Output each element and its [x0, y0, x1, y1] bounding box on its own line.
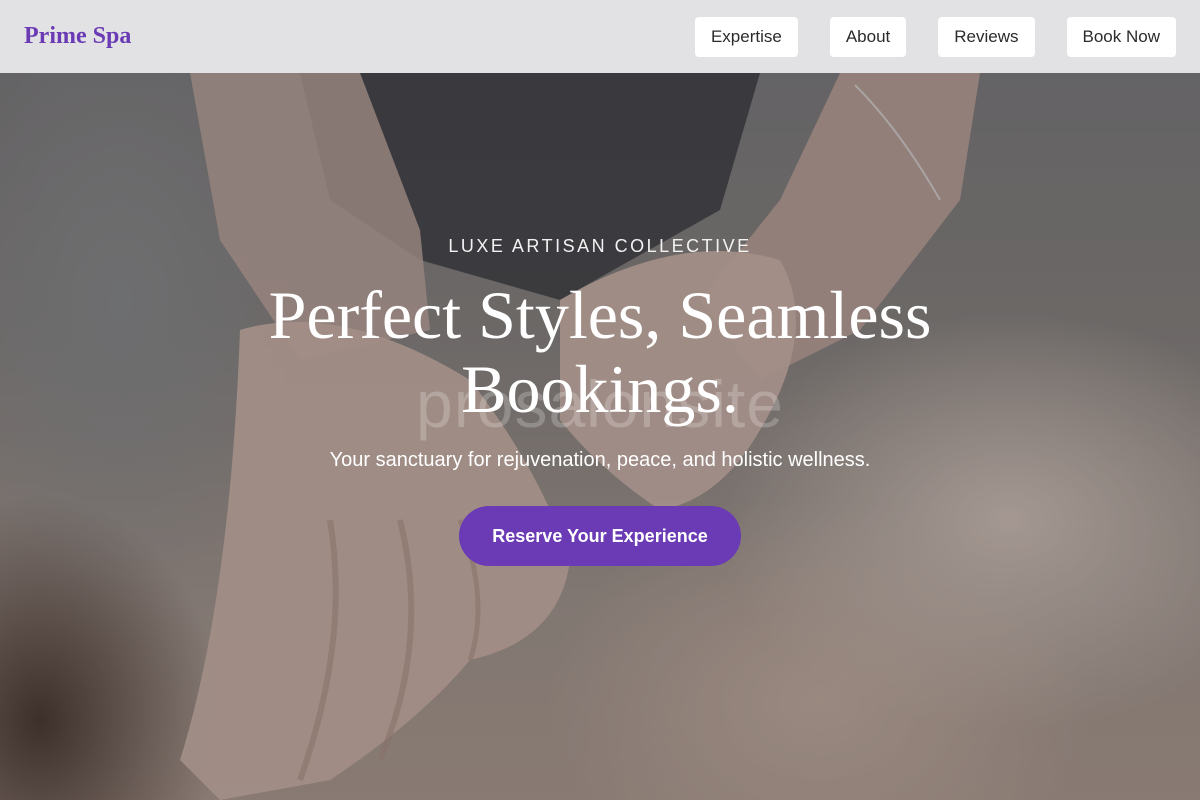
main-nav: Expertise About Reviews Book Now	[694, 16, 1176, 57]
hero-kicker: LUXE ARTISAN COLLECTIVE	[448, 236, 752, 256]
reserve-experience-button[interactable]: Reserve Your Experience	[459, 506, 741, 566]
nav-expertise-button[interactable]: Expertise	[694, 16, 798, 57]
brand-logo[interactable]: Prime Spa	[24, 23, 131, 50]
nav-book-now-button[interactable]: Book Now	[1066, 16, 1176, 57]
nav-about-button[interactable]: About	[829, 16, 907, 57]
nav-reviews-button[interactable]: Reviews	[938, 16, 1035, 57]
site-header: Prime Spa Expertise About Reviews Book N…	[0, 0, 1200, 73]
hero-subline: Your sanctuary for rejuvenation, peace, …	[329, 449, 871, 471]
hero-headline: Perfect Styles, Seamless Bookings.	[268, 277, 932, 427]
